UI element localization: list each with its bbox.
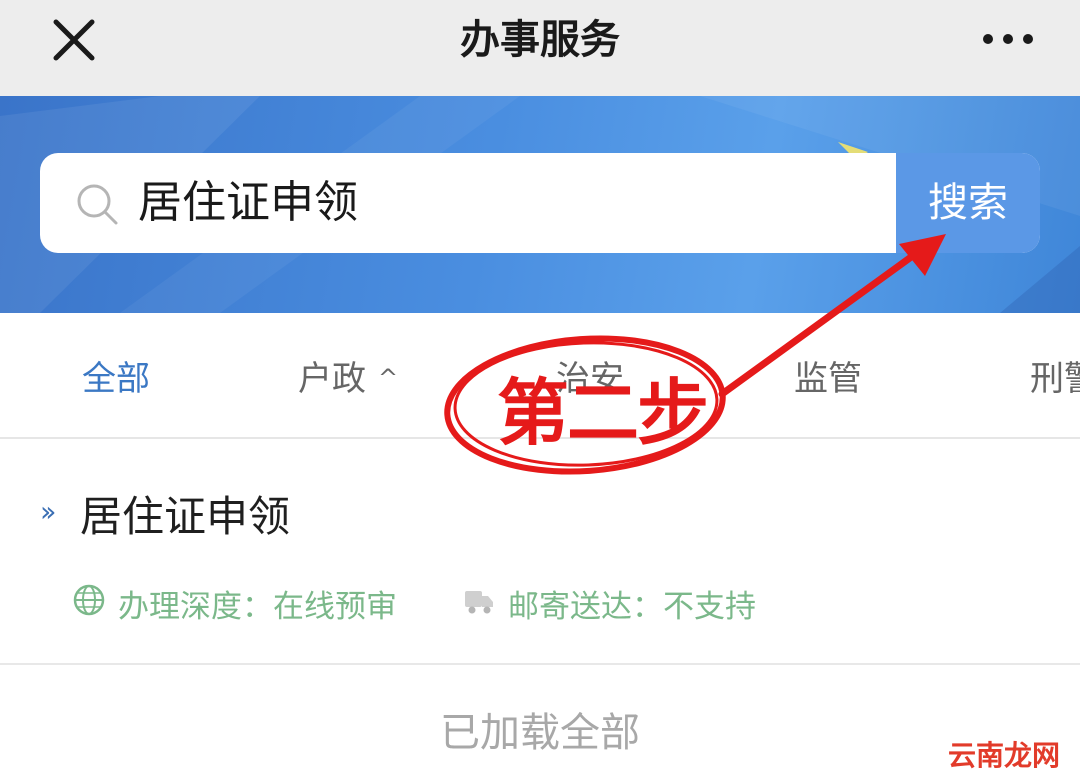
tab-label: 刑警 bbox=[1030, 359, 1080, 399]
result-title: 居住证申领 bbox=[80, 492, 291, 541]
annotation-label: 第二步 bbox=[497, 370, 709, 455]
search-input[interactable] bbox=[138, 153, 878, 253]
tab-household[interactable]: 户政 ^ bbox=[298, 351, 398, 400]
mail-delivery: 邮寄送达：不支持 bbox=[508, 589, 756, 625]
watermark: 云南龙网 bbox=[948, 739, 1061, 772]
globe-icon bbox=[73, 584, 105, 616]
search-banner: 搜索 bbox=[0, 96, 1080, 313]
tab-label: 监管 bbox=[794, 359, 862, 399]
page-title: 办事服务 bbox=[460, 17, 620, 63]
search-icon bbox=[77, 184, 118, 225]
tab-criminal[interactable]: 刑警 bbox=[1030, 351, 1080, 400]
more-icon bbox=[983, 34, 1033, 44]
more-button[interactable] bbox=[978, 22, 1038, 56]
search-bar: 搜索 bbox=[40, 153, 1040, 253]
tab-all[interactable]: 全部 bbox=[82, 351, 150, 400]
processing-depth: 办理深度：在线预审 bbox=[118, 589, 397, 625]
double-chevron-right-icon: ›› bbox=[40, 495, 57, 528]
result-item[interactable]: ›› 居住证申领 办理深度：在线预审 邮寄送达：不支持 bbox=[0, 439, 1080, 665]
chevron-up-icon: ^ bbox=[378, 364, 399, 392]
load-status: 已加载全部 bbox=[440, 710, 640, 756]
delivery-truck-icon bbox=[465, 591, 493, 614]
tab-supervision[interactable]: 监管 bbox=[794, 351, 862, 400]
top-nav-bar: 办事服务 bbox=[0, 0, 1080, 96]
tab-label: 户政 bbox=[298, 359, 366, 399]
tab-label: 全部 bbox=[82, 359, 150, 399]
search-button[interactable]: 搜索 bbox=[896, 153, 1040, 253]
